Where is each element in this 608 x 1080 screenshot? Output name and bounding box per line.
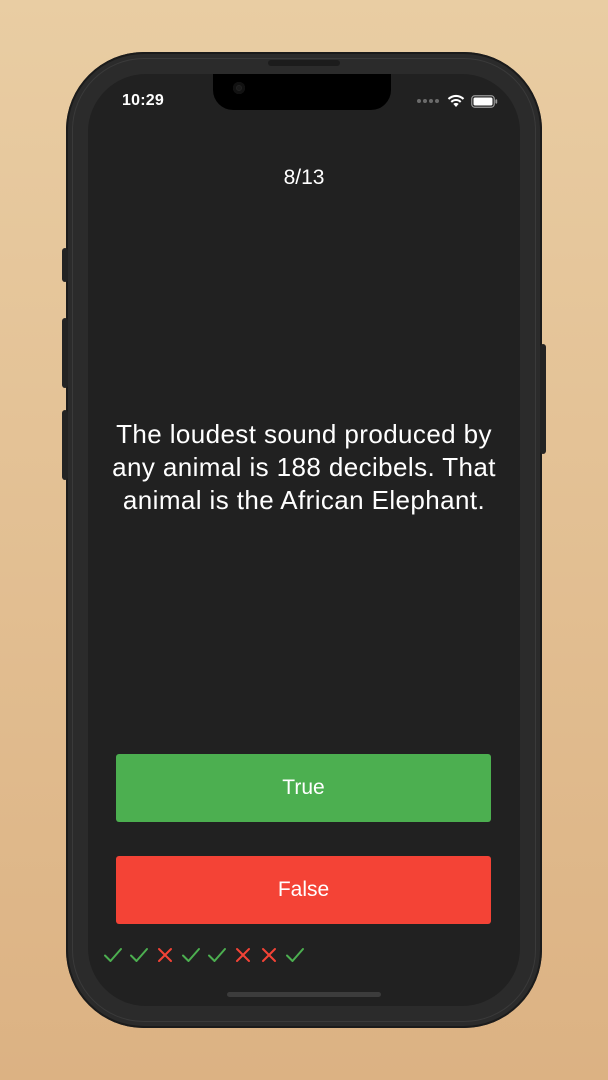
front-camera (233, 82, 245, 94)
battery-icon (471, 94, 498, 108)
power-button (540, 344, 546, 454)
check-icon (286, 948, 304, 962)
volume-down-button (62, 410, 68, 480)
check-icon (104, 948, 122, 962)
question-progress: 8/13 (283, 166, 325, 189)
true-button[interactable]: True (116, 754, 491, 822)
close-icon (236, 948, 250, 962)
notch (213, 74, 391, 110)
silent-switch (62, 248, 68, 282)
status-icons (417, 94, 498, 108)
check-icon (182, 948, 200, 962)
wifi-icon (447, 94, 465, 107)
false-button[interactable]: False (116, 856, 491, 924)
home-indicator[interactable] (227, 992, 381, 997)
close-icon (158, 948, 172, 962)
check-icon (130, 948, 148, 962)
check-icon (208, 948, 226, 962)
question-text: The loudest sound produced by any animal… (112, 419, 496, 515)
signal-dots-icon (417, 99, 439, 103)
close-icon (262, 948, 276, 962)
score-keeper (102, 944, 306, 966)
status-time: 10:29 (122, 92, 164, 109)
app-screen: 10:29 8/13 The loudest sound produced by… (88, 74, 520, 1006)
speaker-grille (268, 60, 340, 66)
volume-up-button (62, 318, 68, 388)
